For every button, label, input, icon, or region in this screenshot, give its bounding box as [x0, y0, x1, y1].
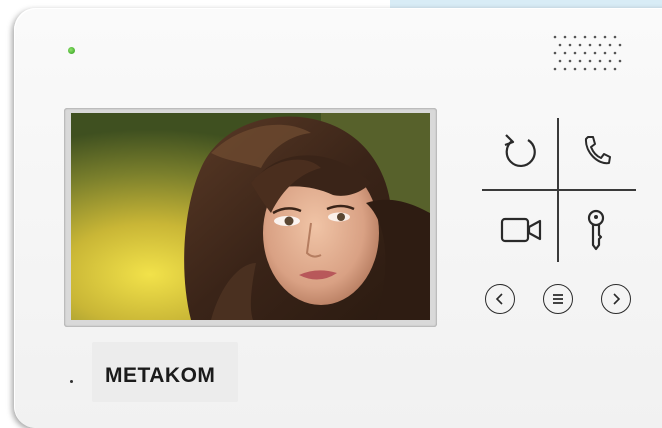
next-button[interactable]	[601, 284, 631, 314]
unlock-button[interactable]	[582, 206, 610, 254]
video-camera-icon	[500, 217, 542, 243]
microphone-hole	[70, 380, 73, 383]
video-screen	[71, 113, 430, 320]
chevron-left-icon	[495, 293, 503, 305]
speaker-grille	[553, 35, 622, 71]
redo-arrow-icon	[504, 134, 536, 168]
status-led	[68, 47, 75, 54]
key-icon	[587, 209, 605, 251]
chevron-right-icon	[613, 293, 621, 305]
button-divider-horizontal	[482, 189, 636, 191]
call-button[interactable]	[578, 132, 614, 168]
brand-name: METAKOM	[105, 364, 216, 387]
redo-button[interactable]	[500, 130, 542, 172]
menu-icon	[553, 294, 563, 304]
previous-button[interactable]	[485, 284, 515, 314]
phone-handset-icon	[584, 136, 611, 165]
portrait-photo	[71, 113, 430, 320]
video-button[interactable]	[498, 212, 546, 248]
menu-button[interactable]	[543, 284, 573, 314]
button-divider-vertical	[557, 118, 559, 262]
